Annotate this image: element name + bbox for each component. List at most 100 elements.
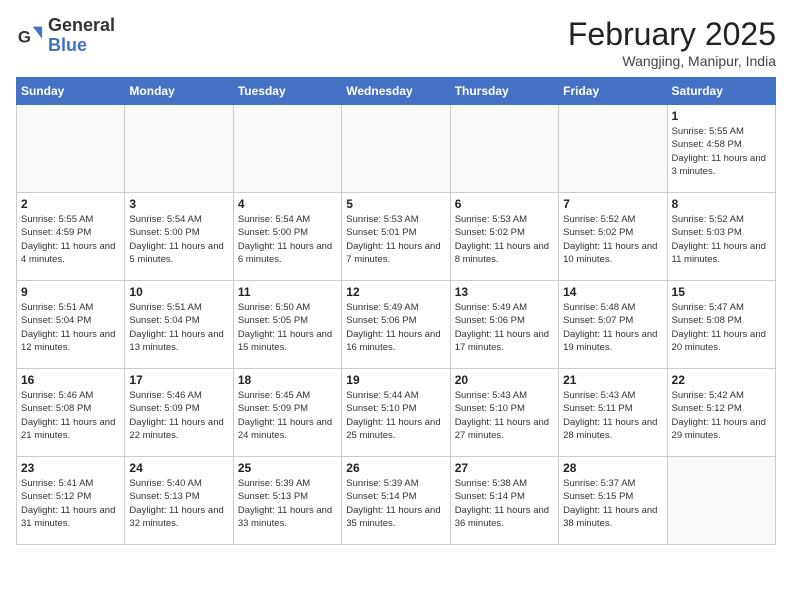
- calendar-cell: [125, 105, 233, 193]
- weekday-header-wednesday: Wednesday: [342, 78, 450, 105]
- calendar-cell: 16 Sunrise: 5:46 AM Sunset: 5:08 PM Dayli…: [17, 369, 125, 457]
- day-number: 18: [238, 373, 337, 387]
- day-info: Sunrise: 5:39 AM Sunset: 5:13 PM Dayligh…: [238, 477, 337, 530]
- day-number: 25: [238, 461, 337, 475]
- calendar-cell: 22Sunrise: 5:42 AM Sunset: 5:12 PM Dayli…: [667, 369, 775, 457]
- svg-text:G: G: [18, 27, 31, 46]
- calendar-cell: 8 Sunrise: 5:52 AM Sunset: 5:03 PM Daylig…: [667, 193, 775, 281]
- day-info: Sunrise: 5:54 AM Sunset: 5:00 PM Dayligh…: [238, 213, 337, 266]
- day-number: 19: [346, 373, 445, 387]
- month-title: February 2025: [568, 16, 776, 53]
- calendar-cell: 15Sunrise: 5:47 AM Sunset: 5:08 PM Dayli…: [667, 281, 775, 369]
- calendar-cell: 4 Sunrise: 5:54 AM Sunset: 5:00 PM Daylig…: [233, 193, 341, 281]
- calendar-cell: 5 Sunrise: 5:53 AM Sunset: 5:01 PM Daylig…: [342, 193, 450, 281]
- logo: G General Blue: [16, 16, 115, 56]
- calendar-cell: 7 Sunrise: 5:52 AM Sunset: 5:02 PM Daylig…: [559, 193, 667, 281]
- day-number: 6: [455, 197, 554, 211]
- day-info: Sunrise: 5:46 AM Sunset: 5:08 PM Dayligh…: [21, 389, 120, 442]
- day-number: 9: [21, 285, 120, 299]
- day-number: 8: [672, 197, 771, 211]
- day-number: 10: [129, 285, 228, 299]
- day-info: Sunrise: 5:52 AM Sunset: 5:03 PM Dayligh…: [672, 213, 771, 266]
- week-row-1: 1Sunrise: 5:55 AM Sunset: 4:58 PM Daylig…: [17, 105, 776, 193]
- logo-blue: Blue: [48, 36, 115, 56]
- day-info: Sunrise: 5:52 AM Sunset: 5:02 PM Dayligh…: [563, 213, 662, 266]
- day-info: Sunrise: 5:43 AM Sunset: 5:11 PM Dayligh…: [563, 389, 662, 442]
- day-info: Sunrise: 5:42 AM Sunset: 5:12 PM Dayligh…: [672, 389, 771, 442]
- day-number: 15: [672, 285, 771, 299]
- calendar-cell: [450, 105, 558, 193]
- calendar-cell: 9 Sunrise: 5:51 AM Sunset: 5:04 PM Daylig…: [17, 281, 125, 369]
- calendar-cell: 11Sunrise: 5:50 AM Sunset: 5:05 PM Dayli…: [233, 281, 341, 369]
- calendar-cell: 19 Sunrise: 5:44 AM Sunset: 5:10 PM Dayli…: [342, 369, 450, 457]
- calendar-cell: 6 Sunrise: 5:53 AM Sunset: 5:02 PM Daylig…: [450, 193, 558, 281]
- day-number: 5: [346, 197, 445, 211]
- day-number: 4: [238, 197, 337, 211]
- day-info: Sunrise: 5:55 AM Sunset: 4:58 PM Dayligh…: [672, 125, 771, 178]
- day-info: Sunrise: 5:46 AM Sunset: 5:09 PM Dayligh…: [129, 389, 228, 442]
- day-info: Sunrise: 5:45 AM Sunset: 5:09 PM Dayligh…: [238, 389, 337, 442]
- day-info: Sunrise: 5:55 AM Sunset: 4:59 PM Dayligh…: [21, 213, 120, 266]
- week-row-3: 9 Sunrise: 5:51 AM Sunset: 5:04 PM Daylig…: [17, 281, 776, 369]
- day-info: Sunrise: 5:51 AM Sunset: 5:04 PM Dayligh…: [129, 301, 228, 354]
- day-number: 28: [563, 461, 662, 475]
- calendar-cell: 23Sunrise: 5:41 AM Sunset: 5:12 PM Dayli…: [17, 457, 125, 545]
- day-info: Sunrise: 5:51 AM Sunset: 5:04 PM Dayligh…: [21, 301, 120, 354]
- weekday-header-monday: Monday: [125, 78, 233, 105]
- weekday-header-thursday: Thursday: [450, 78, 558, 105]
- calendar-cell: 2 Sunrise: 5:55 AM Sunset: 4:59 PM Daylig…: [17, 193, 125, 281]
- day-number: 14: [563, 285, 662, 299]
- day-number: 17: [129, 373, 228, 387]
- day-number: 21: [563, 373, 662, 387]
- day-info: Sunrise: 5:49 AM Sunset: 5:06 PM Dayligh…: [455, 301, 554, 354]
- day-number: 16: [21, 373, 120, 387]
- day-number: 2: [21, 197, 120, 211]
- weekday-header-saturday: Saturday: [667, 78, 775, 105]
- day-info: Sunrise: 5:40 AM Sunset: 5:13 PM Dayligh…: [129, 477, 228, 530]
- calendar-cell: 17 Sunrise: 5:46 AM Sunset: 5:09 PM Dayli…: [125, 369, 233, 457]
- calendar-cell: 24 Sunrise: 5:40 AM Sunset: 5:13 PM Dayli…: [125, 457, 233, 545]
- weekday-header-tuesday: Tuesday: [233, 78, 341, 105]
- day-info: Sunrise: 5:44 AM Sunset: 5:10 PM Dayligh…: [346, 389, 445, 442]
- day-number: 26: [346, 461, 445, 475]
- day-info: Sunrise: 5:49 AM Sunset: 5:06 PM Dayligh…: [346, 301, 445, 354]
- calendar-cell: 27 Sunrise: 5:38 AM Sunset: 5:14 PM Dayli…: [450, 457, 558, 545]
- calendar-cell: 28 Sunrise: 5:37 AM Sunset: 5:15 PM Dayli…: [559, 457, 667, 545]
- week-row-5: 23Sunrise: 5:41 AM Sunset: 5:12 PM Dayli…: [17, 457, 776, 545]
- day-info: Sunrise: 5:38 AM Sunset: 5:14 PM Dayligh…: [455, 477, 554, 530]
- page-header: G General Blue February 2025 Wangjing, M…: [16, 16, 776, 69]
- day-number: 27: [455, 461, 554, 475]
- day-info: Sunrise: 5:50 AM Sunset: 5:05 PM Dayligh…: [238, 301, 337, 354]
- day-info: Sunrise: 5:37 AM Sunset: 5:15 PM Dayligh…: [563, 477, 662, 530]
- week-row-4: 16 Sunrise: 5:46 AM Sunset: 5:08 PM Dayli…: [17, 369, 776, 457]
- logo-general: General: [48, 16, 115, 36]
- calendar-cell: 18 Sunrise: 5:45 AM Sunset: 5:09 PM Dayli…: [233, 369, 341, 457]
- weekday-header-row: SundayMondayTuesdayWednesdayThursdayFrid…: [17, 78, 776, 105]
- day-number: 24: [129, 461, 228, 475]
- calendar-cell: 14 Sunrise: 5:48 AM Sunset: 5:07 PM Dayli…: [559, 281, 667, 369]
- day-number: 7: [563, 197, 662, 211]
- calendar-cell: 25 Sunrise: 5:39 AM Sunset: 5:13 PM Dayli…: [233, 457, 341, 545]
- day-info: Sunrise: 5:41 AM Sunset: 5:12 PM Dayligh…: [21, 477, 120, 530]
- day-number: 3: [129, 197, 228, 211]
- day-number: 20: [455, 373, 554, 387]
- calendar-cell: 20 Sunrise: 5:43 AM Sunset: 5:10 PM Dayli…: [450, 369, 558, 457]
- day-info: Sunrise: 5:53 AM Sunset: 5:01 PM Dayligh…: [346, 213, 445, 266]
- calendar-cell: [17, 105, 125, 193]
- calendar-cell: 12 Sunrise: 5:49 AM Sunset: 5:06 PM Dayli…: [342, 281, 450, 369]
- week-row-2: 2 Sunrise: 5:55 AM Sunset: 4:59 PM Daylig…: [17, 193, 776, 281]
- day-info: Sunrise: 5:53 AM Sunset: 5:02 PM Dayligh…: [455, 213, 554, 266]
- day-number: 12: [346, 285, 445, 299]
- location: Wangjing, Manipur, India: [568, 53, 776, 69]
- day-info: Sunrise: 5:43 AM Sunset: 5:10 PM Dayligh…: [455, 389, 554, 442]
- day-info: Sunrise: 5:39 AM Sunset: 5:14 PM Dayligh…: [346, 477, 445, 530]
- title-block: February 2025 Wangjing, Manipur, India: [568, 16, 776, 69]
- day-info: Sunrise: 5:54 AM Sunset: 5:00 PM Dayligh…: [129, 213, 228, 266]
- calendar-cell: 3 Sunrise: 5:54 AM Sunset: 5:00 PM Daylig…: [125, 193, 233, 281]
- calendar-cell: [233, 105, 341, 193]
- calendar-cell: [342, 105, 450, 193]
- day-info: Sunrise: 5:48 AM Sunset: 5:07 PM Dayligh…: [563, 301, 662, 354]
- weekday-header-friday: Friday: [559, 78, 667, 105]
- weekday-header-sunday: Sunday: [17, 78, 125, 105]
- calendar-cell: 10 Sunrise: 5:51 AM Sunset: 5:04 PM Dayli…: [125, 281, 233, 369]
